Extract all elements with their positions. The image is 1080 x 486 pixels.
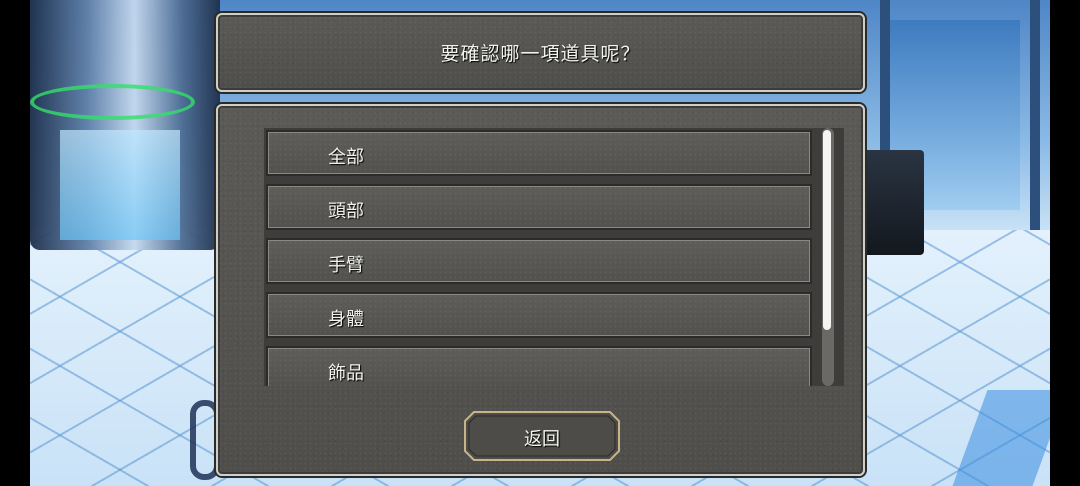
- prompt-panel: 要確認哪一項道具呢？: [216, 13, 865, 92]
- background-window-frame: [1030, 0, 1040, 240]
- scroll-thumb[interactable]: [823, 130, 831, 330]
- back-button[interactable]: 返回: [464, 411, 620, 461]
- background-tower-glow: [60, 130, 180, 240]
- back-button-label: 返回: [524, 429, 560, 450]
- list-item-all[interactable]: 全部: [266, 130, 812, 176]
- list-item-head[interactable]: 頭部: [266, 184, 812, 230]
- list-item-label: 飾品: [328, 363, 364, 384]
- list-item-body[interactable]: 身體: [266, 292, 812, 338]
- list-item-label: 全部: [328, 147, 364, 168]
- background-tower-ring: [30, 84, 195, 120]
- prompt-text: 要確認哪一項道具呢？: [440, 43, 641, 65]
- category-list-panel: 全部 頭部 手臂 身體 飾品 返回: [216, 104, 865, 476]
- list-scrollbar[interactable]: [822, 128, 834, 386]
- list-item-label: 手臂: [328, 255, 364, 276]
- list-item-label: 頭部: [328, 201, 364, 222]
- list-item-accessory[interactable]: 飾品: [266, 346, 812, 386]
- category-list[interactable]: 全部 頭部 手臂 身體 飾品: [264, 128, 844, 386]
- list-item-arm[interactable]: 手臂: [266, 238, 812, 284]
- list-item-label: 身體: [328, 309, 364, 330]
- background-device: [862, 150, 924, 255]
